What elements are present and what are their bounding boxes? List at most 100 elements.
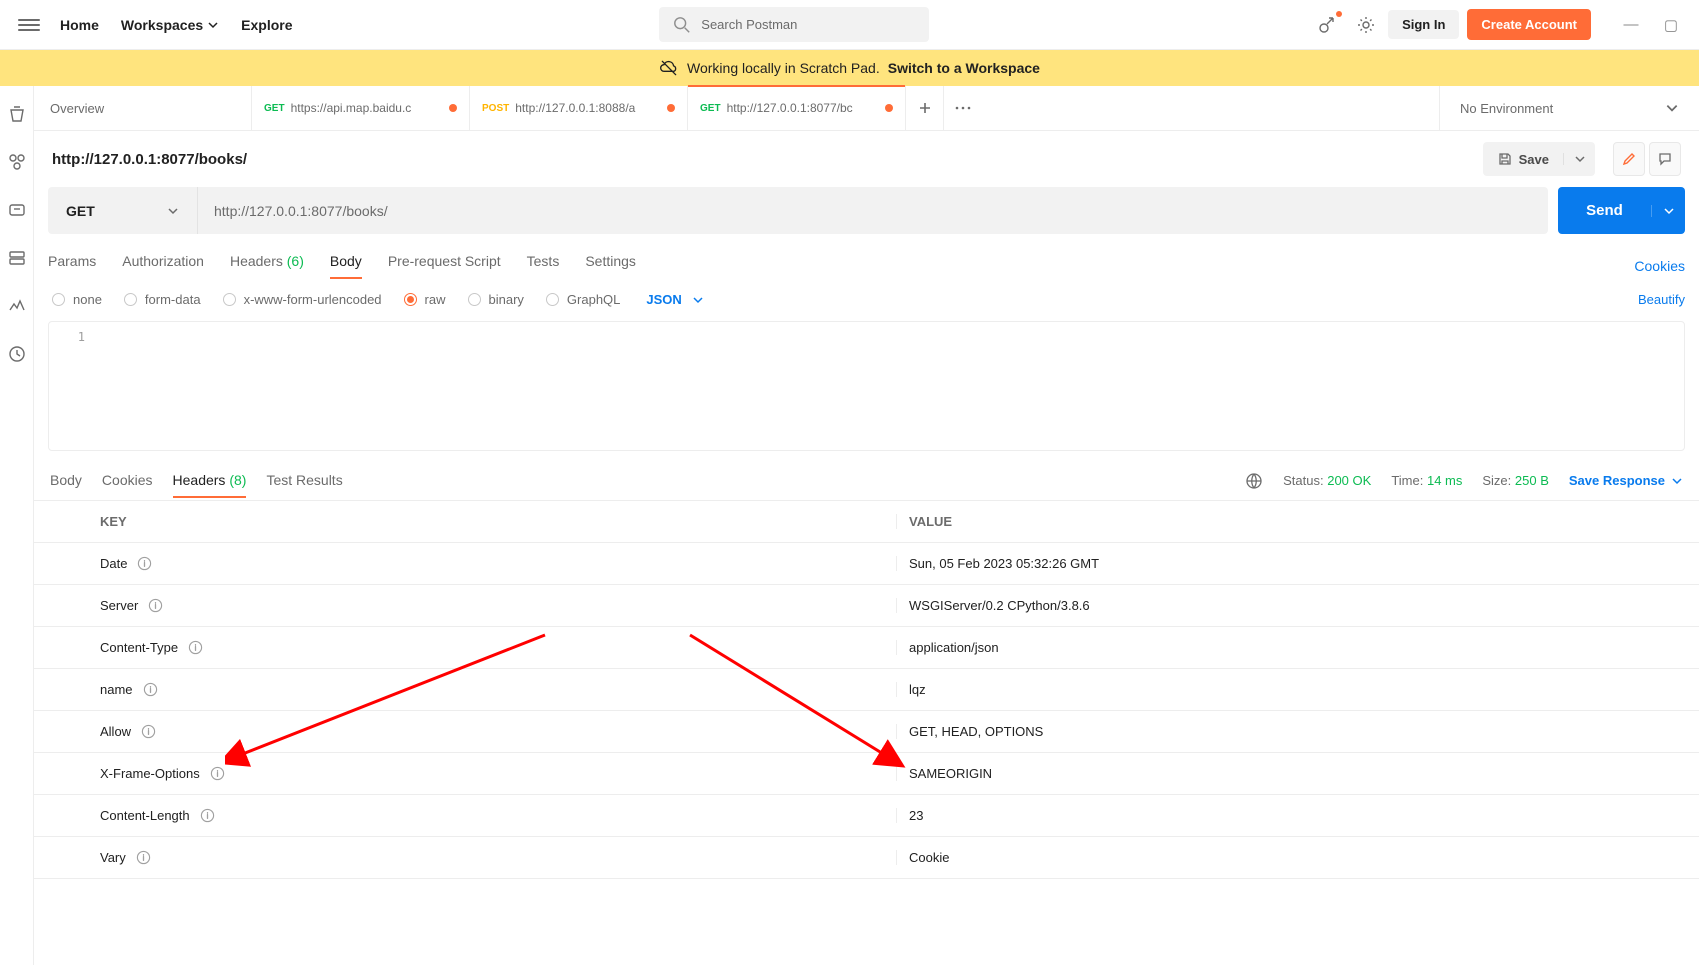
environment-select[interactable]: No Environment [1439, 86, 1699, 130]
search-icon [673, 16, 691, 34]
save-response-label: Save Response [1569, 473, 1665, 488]
send-dropdown[interactable] [1651, 205, 1685, 217]
header-value: 23 [897, 808, 1699, 823]
chevron-down-icon [1671, 475, 1683, 487]
tab-headers[interactable]: Headers (6) [230, 253, 304, 279]
nav-explore[interactable]: Explore [241, 17, 292, 33]
header-key: Content-Length [92, 808, 897, 823]
tab-authorization[interactable]: Authorization [122, 253, 204, 279]
resp-tab-test-results[interactable]: Test Results [266, 472, 342, 498]
status-value: 200 OK [1327, 473, 1371, 488]
table-row: VaryCookie [34, 837, 1699, 879]
request-title: http://127.0.0.1:8077/books/ [52, 151, 247, 168]
chevron-down-icon [692, 294, 704, 306]
collections-icon[interactable] [7, 152, 27, 172]
radio-binary-label: binary [489, 292, 524, 307]
network-icon[interactable] [1245, 472, 1263, 490]
beautify-button[interactable]: Beautify [1638, 292, 1685, 307]
left-rail [0, 86, 34, 965]
tab-prerequest[interactable]: Pre-request Script [388, 253, 501, 279]
edit-icon[interactable] [1613, 142, 1645, 176]
table-row: namelqz [34, 669, 1699, 711]
menu-icon[interactable] [18, 14, 40, 36]
top-nav: Home Workspaces Explore [60, 17, 293, 33]
monitors-icon[interactable] [7, 296, 27, 316]
request-tab[interactable]: POSThttp://127.0.0.1:8088/a [470, 86, 688, 130]
environments-icon[interactable] [7, 248, 27, 268]
tab-url-label: https://api.map.baidu.c [291, 101, 443, 115]
info-icon [141, 724, 156, 739]
save-button[interactable]: Save [1483, 142, 1595, 176]
save-dropdown[interactable] [1563, 153, 1595, 165]
history-icon[interactable] [7, 344, 27, 364]
settings-icon[interactable] [1354, 13, 1378, 37]
capture-icon[interactable] [1316, 13, 1340, 37]
resp-tab-headers-label: Headers [173, 472, 226, 488]
request-tab[interactable]: GEThttps://api.map.baidu.c [252, 86, 470, 130]
header-value: application/json [897, 640, 1699, 655]
tab-headers-count: (6) [287, 253, 304, 269]
create-account-button[interactable]: Create Account [1467, 9, 1591, 40]
response-tabs: Body Cookies Headers (8) Test Results St… [34, 461, 1699, 501]
nav-home[interactable]: Home [60, 17, 99, 33]
environment-label: No Environment [1460, 101, 1553, 116]
header-value: WSGIServer/0.2 CPython/3.8.6 [897, 598, 1699, 613]
raw-format-select[interactable]: JSON [646, 292, 703, 307]
table-row: Content-Length23 [34, 795, 1699, 837]
body-editor[interactable]: 1 [48, 321, 1685, 451]
size-value: 250 B [1515, 473, 1549, 488]
header-value-col: VALUE [897, 514, 1699, 529]
resp-tab-body[interactable]: Body [50, 472, 82, 498]
info-icon [200, 808, 215, 823]
chevron-down-icon [207, 19, 219, 31]
scratchpad-icon[interactable] [7, 104, 27, 124]
radio-xwww-label: x-www-form-urlencoded [244, 292, 382, 307]
request-sub-tabs: Params Authorization Headers (6) Body Pr… [34, 250, 1699, 282]
overview-tab[interactable]: Overview [34, 86, 252, 130]
radio-xwww[interactable]: x-www-form-urlencoded [223, 292, 382, 307]
radio-graphql-label: GraphQL [567, 292, 620, 307]
url-input[interactable] [198, 187, 1548, 234]
resp-tab-headers-count: (8) [229, 472, 246, 488]
tab-tests[interactable]: Tests [527, 253, 560, 279]
header-key: Content-Type [92, 640, 897, 655]
radio-none[interactable]: none [52, 292, 102, 307]
radio-form-label: form-data [145, 292, 201, 307]
window-maximize-icon[interactable]: ▢ [1651, 16, 1691, 34]
search-input[interactable]: Search Postman [659, 7, 929, 42]
header-key: Date [92, 556, 897, 571]
radio-graphql[interactable]: GraphQL [546, 292, 620, 307]
header-key: name [92, 682, 897, 697]
window-minimize-icon[interactable]: — [1611, 16, 1651, 33]
time-label: Time: [1391, 473, 1423, 488]
comment-icon[interactable] [1649, 142, 1681, 176]
sign-in-button[interactable]: Sign In [1388, 10, 1459, 39]
tab-options-icon[interactable] [944, 86, 982, 130]
header-key: Vary [92, 850, 897, 865]
resp-tab-cookies[interactable]: Cookies [102, 472, 153, 498]
info-icon [148, 598, 163, 613]
method-label: GET [66, 203, 95, 219]
banner-switch-link[interactable]: Switch to a Workspace [888, 60, 1040, 76]
radio-raw[interactable]: raw [404, 292, 446, 307]
header-value: lqz [897, 682, 1699, 697]
save-icon [1497, 151, 1513, 167]
save-response-button[interactable]: Save Response [1569, 473, 1683, 488]
radio-binary[interactable]: binary [468, 292, 524, 307]
tab-settings[interactable]: Settings [585, 253, 636, 279]
tab-body[interactable]: Body [330, 253, 362, 279]
time-value: 14 ms [1427, 473, 1462, 488]
resp-tab-headers[interactable]: Headers (8) [173, 472, 247, 498]
response-headers-table: KEY VALUE DateSun, 05 Feb 2023 05:32:26 … [34, 501, 1699, 965]
radio-form-data[interactable]: form-data [124, 292, 201, 307]
request-tab[interactable]: GEThttp://127.0.0.1:8077/bc [688, 86, 906, 130]
method-select[interactable]: GET [48, 187, 198, 234]
cookies-link[interactable]: Cookies [1634, 258, 1685, 274]
apis-icon[interactable] [7, 200, 27, 220]
nav-workspaces[interactable]: Workspaces [121, 17, 219, 33]
header-key-col: KEY [92, 514, 897, 529]
send-button[interactable]: Send [1558, 187, 1685, 234]
new-tab-button[interactable] [906, 86, 944, 130]
tab-params[interactable]: Params [48, 253, 96, 279]
info-icon [136, 850, 151, 865]
